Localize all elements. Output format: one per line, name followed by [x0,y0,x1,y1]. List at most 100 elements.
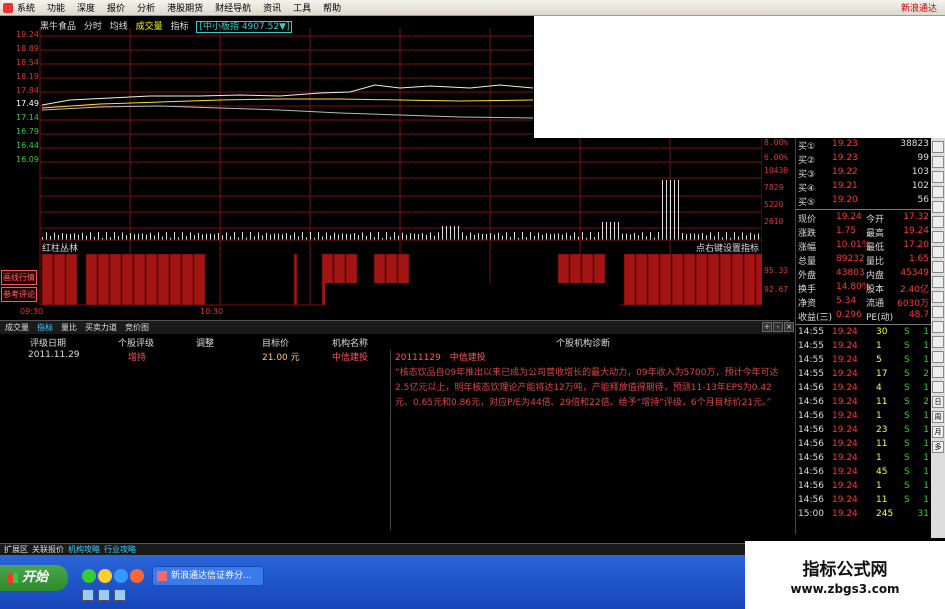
volume-bar [714,236,715,240]
tab-industry-strategy[interactable]: 行业攻略 [104,544,136,555]
indicator-bar [635,253,648,306]
quicklaunch-icon[interactable] [130,569,144,583]
tab-buy-sell-force[interactable]: 买卖力道 [82,322,120,333]
stat-label: 涨幅 [798,243,817,253]
col-institution: 机构名称 [332,339,369,349]
tick-count: 1 [923,453,929,463]
tick-row: 14:56 19.24 23 S 1 [796,424,931,439]
volume-bar [130,233,131,240]
tool-icon[interactable] [932,141,944,153]
volume-bar [454,226,455,240]
tick-price: 19.24 [832,411,858,421]
volume-bar [602,222,603,240]
tool-icon[interactable] [932,381,944,393]
tick-volume: 23 [876,425,888,435]
mode-timeshare[interactable]: 分时 [84,22,102,32]
tool-icon[interactable] [932,261,944,273]
tab-related-quote[interactable]: 关联报价 [32,544,64,555]
volume-bar [462,232,463,240]
mini-icon[interactable] [98,589,110,601]
tick-volume: 4 [876,383,882,393]
chart-tabs: 成交量 指标 量比 买卖力道 竞价图 + - × [0,320,794,334]
volume-bar [146,234,147,240]
tick-row: 14:56 19.24 11 S 1 [796,494,931,509]
close-button[interactable]: × [784,322,794,332]
tool-icon[interactable] [932,171,944,183]
mode-avg[interactable]: 均线 [110,22,128,32]
volume-bar [474,234,475,240]
tick-row: 14:56 19.24 11 S 1 [796,438,931,453]
volume-bar [734,232,735,240]
tick-row: 14:56 19.24 1 S 1 [796,480,931,495]
volume-bar [286,232,287,240]
volume-bar [446,226,447,240]
tick-volume: 11 [876,397,888,407]
tick-time: 14:55 [798,355,824,365]
period-day[interactable]: 日 [932,396,944,408]
reference-comment-button[interactable]: 参考评论 [1,287,37,302]
mini-icon[interactable] [82,589,94,601]
index-badge[interactable]: [中小板指 4907.52▼] [196,21,293,33]
draw-line-button[interactable]: 画线行情 [1,270,37,285]
zoom-in-button[interactable]: + [762,322,772,332]
zoom-out-button[interactable]: - [773,322,783,332]
volume-bar [638,235,639,240]
volume-bar [618,222,619,240]
col-date: 评级日期 [30,339,67,349]
mode-indicator[interactable]: 指标 [171,22,189,32]
tick-count: 1 [923,327,929,337]
period-multi[interactable]: 多 [932,441,944,453]
volume-bar [266,232,267,240]
tool-icon[interactable] [932,291,944,303]
period-week[interactable]: 周 [932,411,944,423]
volume-bar [610,222,611,240]
diag-date: 20111129 [395,353,441,363]
tab-indicator[interactable]: 指标 [34,322,56,333]
tool-icon[interactable] [932,201,944,213]
tool-icon[interactable] [932,351,944,363]
period-month[interactable]: 月 [932,426,944,438]
tool-icon[interactable] [932,231,944,243]
quicklaunch-icon[interactable] [82,569,96,583]
volume-bar [254,236,255,240]
tick-count: 1 [923,467,929,477]
tab-extension[interactable]: 扩展区 [4,544,28,555]
volume-bar [242,232,243,240]
tick-time: 14:56 [798,495,824,505]
quicklaunch-icon[interactable] [114,569,128,583]
taskbar-app-button[interactable]: 新浪通达信证券分... [152,566,264,586]
tool-icon[interactable] [932,276,944,288]
tool-icon[interactable] [932,321,944,333]
stock-name: 黑牛食品 [40,22,77,32]
tool-icon[interactable] [932,366,944,378]
tab-volume-ratio[interactable]: 量比 [58,322,80,333]
volume-bar [514,232,515,240]
mode-volume[interactable]: 成交量 [136,22,163,32]
tick-time: 14:56 [798,481,824,491]
tick-volume: 11 [876,495,888,505]
quicklaunch-icon[interactable] [98,569,112,583]
volume-bar [478,233,479,240]
tool-icon[interactable] [932,336,944,348]
tab-institution-strategy[interactable]: 机构攻略 [68,544,100,555]
volume-bar [530,232,531,240]
tick-side: S [904,341,910,351]
volume-bar [634,232,635,240]
diag-text: “核态饮品自09年推出以来已成为公司营收增长的最大动力，09年收入为5700万，… [395,368,779,408]
tool-icon[interactable] [932,186,944,198]
separator [796,324,931,325]
tool-icon[interactable] [932,246,944,258]
mini-icon[interactable] [114,589,126,601]
bottom-tabs: 扩展区 关联报价 机构攻略 行业攻略 [0,543,795,555]
bid-volume: 102 [911,181,929,191]
tool-icon[interactable] [932,216,944,228]
tab-volume[interactable]: 成交量 [2,322,32,333]
tool-icon[interactable] [932,306,944,318]
tool-icon[interactable] [932,156,944,168]
volume-bar [262,235,263,240]
volume-bar [666,180,667,240]
tab-auction[interactable]: 竞价图 [122,322,152,333]
volume-bar [502,235,503,240]
start-button[interactable]: 开始 [0,565,68,591]
stat-row: 涨跌 1.75 最高 19.24 [796,225,931,240]
